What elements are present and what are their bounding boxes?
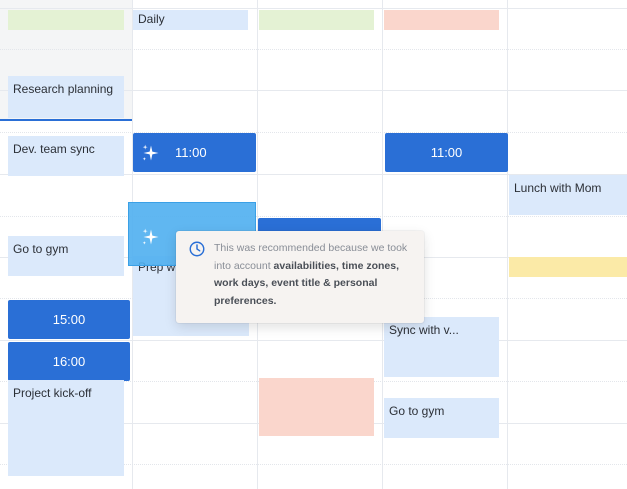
event-title: Daily [138, 12, 165, 26]
event-chip-peach[interactable] [259, 378, 374, 436]
event-dev-team-sync[interactable]: Dev. team sync [8, 136, 124, 176]
row-divider [0, 8, 627, 9]
slot-time: 11:00 [430, 145, 463, 160]
row-divider [0, 340, 627, 341]
event-title: Go to gym [13, 242, 69, 256]
slot-time: 15:00 [52, 312, 86, 327]
event-sync-with[interactable]: Sync with v... [384, 317, 499, 377]
column-divider [507, 0, 508, 489]
calendar-grid: Daily Research planning Dev. team sync G… [0, 0, 627, 489]
row-divider [0, 132, 627, 133]
event-research-planning[interactable]: Research planning [8, 76, 124, 118]
recommendation-tooltip: This was recommended because we took int… [176, 231, 424, 323]
event-title: Dev. team sync [13, 142, 95, 156]
suggested-slot-1100[interactable]: 11:00 [133, 133, 256, 172]
sparkle-icon [142, 228, 159, 245]
event-go-to-gym[interactable]: Go to gym [8, 236, 124, 276]
current-time-indicator [0, 119, 132, 121]
slot-time: 16:00 [52, 354, 86, 369]
event-title: Project kick-off [13, 386, 92, 400]
event-daily[interactable]: Daily [133, 10, 248, 30]
event-project-kickoff[interactable]: Project kick-off [8, 380, 124, 476]
clock-icon [189, 241, 205, 257]
event-chip-green[interactable] [8, 10, 124, 30]
suggested-slot-1500[interactable]: 15:00 [8, 300, 130, 339]
event-title: Go to gym [389, 404, 445, 418]
event-go-to-gym[interactable]: Go to gym [384, 398, 499, 438]
slot-time: 11:00 [175, 145, 207, 160]
event-lunch-with-mom[interactable]: Lunch with Mom [509, 175, 627, 215]
event-title: Research planning [13, 82, 114, 96]
sparkle-icon [142, 144, 159, 160]
event-chip-green[interactable] [259, 10, 374, 30]
event-chip-yellow[interactable] [509, 257, 627, 277]
suggested-slot-1600[interactable]: 16:00 [8, 342, 130, 381]
suggested-slot-1100[interactable]: 11:00 [385, 133, 508, 172]
row-divider [0, 49, 627, 50]
event-title: Lunch with Mom [514, 181, 602, 195]
row-divider [0, 216, 627, 217]
event-chip-peach[interactable] [384, 10, 499, 30]
event-title: Sync with v... [389, 323, 459, 337]
